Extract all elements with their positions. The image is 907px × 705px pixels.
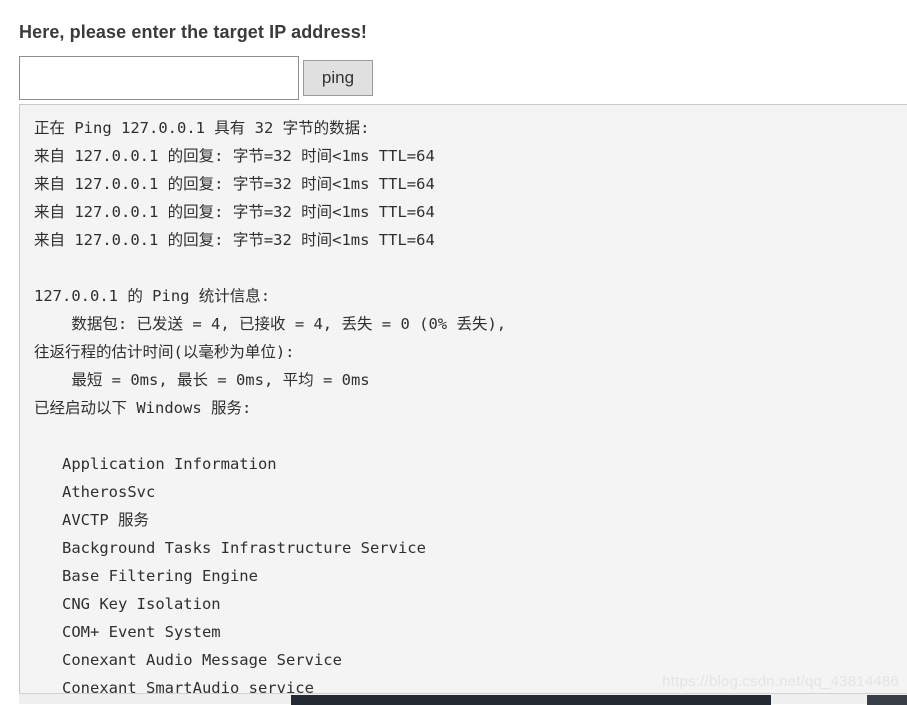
ping-output-text: 正在 Ping 127.0.0.1 具有 32 字节的数据: 来自 127.0.… xyxy=(34,119,507,697)
ping-form: ping xyxy=(19,56,373,100)
ip-address-input[interactable] xyxy=(19,56,299,100)
ping-output-panel: 正在 Ping 127.0.0.1 具有 32 字节的数据: 来自 127.0.… xyxy=(19,104,907,704)
page-title: Here, please enter the target IP address… xyxy=(19,22,367,43)
horizontal-scrollbar-track[interactable] xyxy=(19,693,907,705)
watermark-text: https://blog.csdn.net/qq_43814486 xyxy=(662,673,899,690)
ping-button[interactable]: ping xyxy=(303,60,373,96)
